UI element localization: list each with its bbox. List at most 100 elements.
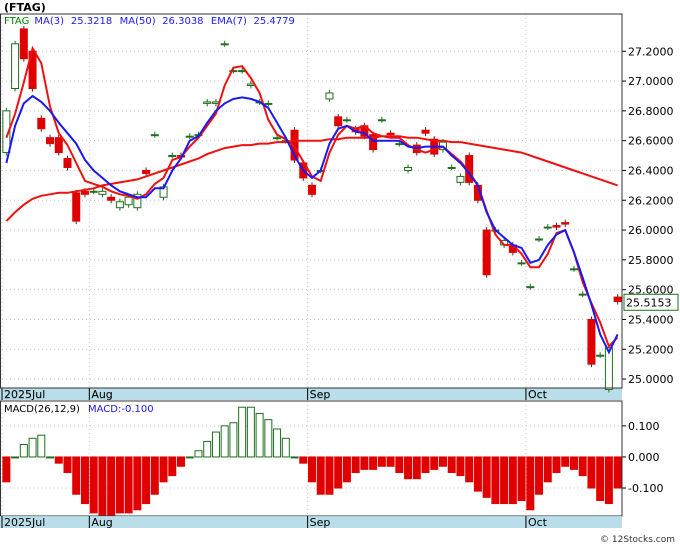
macd-bar bbox=[80, 456, 89, 505]
macd-bar bbox=[220, 425, 229, 458]
x-tick-label: Aug bbox=[91, 388, 112, 401]
macd-bar bbox=[447, 456, 456, 473]
legend-item: FTAG bbox=[4, 16, 29, 27]
stock-chart: 25.000025.200025.400025.600025.800026.00… bbox=[0, 0, 680, 546]
candle bbox=[54, 137, 63, 154]
candle bbox=[613, 296, 622, 303]
y-tick-label: 26.8000 bbox=[628, 105, 674, 118]
macd-bar bbox=[150, 456, 159, 495]
macd-bar bbox=[465, 456, 474, 483]
chart-title: (FTAG) bbox=[4, 1, 46, 14]
candle bbox=[456, 175, 465, 183]
candle bbox=[46, 137, 55, 145]
macd-bar bbox=[316, 456, 325, 495]
macd-bar bbox=[386, 456, 395, 467]
macd-bar bbox=[115, 456, 124, 514]
macd-bar bbox=[281, 437, 290, 458]
macd-bar bbox=[142, 456, 151, 505]
macd-bar bbox=[360, 456, 369, 470]
y-tick-label: 27.2000 bbox=[628, 45, 674, 58]
macd-bar bbox=[11, 456, 20, 459]
macd-bar bbox=[334, 456, 343, 489]
candle bbox=[107, 196, 116, 201]
macd-bar bbox=[63, 456, 72, 473]
candle bbox=[552, 225, 561, 228]
candle bbox=[596, 354, 605, 357]
candle bbox=[220, 43, 229, 46]
macd-bar bbox=[482, 456, 491, 498]
candle bbox=[517, 262, 526, 265]
candle bbox=[72, 192, 81, 222]
legend-item: MA(50) bbox=[120, 16, 156, 27]
candle bbox=[447, 166, 456, 169]
legend-item: 26.3038 bbox=[162, 16, 203, 27]
y-tick-label: 0.100 bbox=[628, 420, 660, 433]
macd-bar bbox=[229, 422, 238, 458]
macd-bar bbox=[54, 456, 63, 464]
legend-item: 25.3218 bbox=[71, 16, 112, 27]
macd-bar bbox=[421, 456, 430, 473]
candle bbox=[185, 135, 194, 138]
macd-bar bbox=[246, 406, 255, 458]
last-price-label: 25.5153 bbox=[626, 296, 672, 309]
candle bbox=[569, 268, 578, 271]
macd-bar bbox=[561, 456, 570, 467]
legend-item: MA(3) bbox=[34, 16, 64, 27]
candle bbox=[80, 190, 89, 195]
macd-bar bbox=[404, 456, 413, 480]
legend-item: EMA(7) bbox=[211, 16, 247, 27]
macd-bar bbox=[377, 456, 386, 467]
candle bbox=[98, 190, 107, 195]
candle bbox=[150, 134, 159, 137]
y-tick-label: 26.4000 bbox=[628, 164, 674, 177]
macd-bar bbox=[526, 456, 535, 511]
candle bbox=[587, 318, 596, 365]
candle bbox=[168, 155, 177, 158]
y-tick-label: 26.0000 bbox=[628, 224, 674, 237]
legend-item: MACD:-0.100 bbox=[88, 404, 154, 415]
macd-bar bbox=[133, 456, 142, 511]
x-tick-label: 2025Jul bbox=[4, 388, 45, 401]
macd-bar bbox=[456, 456, 465, 477]
macd-bar bbox=[299, 456, 308, 464]
candle bbox=[308, 184, 316, 195]
candle bbox=[421, 129, 430, 134]
macd-bar bbox=[177, 456, 186, 467]
candle bbox=[543, 226, 552, 229]
candle bbox=[334, 116, 343, 127]
candle bbox=[386, 132, 395, 136]
x-tick-label: Aug bbox=[91, 516, 112, 529]
y-tick-label: 25.2000 bbox=[628, 343, 674, 356]
candle bbox=[37, 117, 46, 130]
macd-bar bbox=[168, 456, 177, 477]
macd-bar bbox=[613, 456, 622, 489]
macd-bar bbox=[159, 456, 168, 483]
macd-bar bbox=[491, 456, 500, 505]
candle bbox=[203, 101, 212, 104]
candle bbox=[377, 119, 386, 122]
legend-item: 25.4779 bbox=[254, 16, 295, 27]
x-tick-label: Oct bbox=[528, 388, 548, 401]
y-tick-label: 25.0000 bbox=[628, 373, 674, 386]
macd-bar bbox=[552, 456, 561, 473]
macd-bar bbox=[89, 456, 98, 514]
candle bbox=[142, 169, 151, 174]
macd-bar bbox=[37, 434, 46, 458]
macd-bar bbox=[185, 456, 194, 459]
macd-bar bbox=[325, 456, 334, 495]
macd-bar bbox=[587, 456, 596, 489]
y-tick-label: 0.000 bbox=[628, 451, 660, 464]
macd-bar bbox=[596, 456, 605, 501]
macd-bar bbox=[2, 456, 11, 483]
macd-bar bbox=[46, 456, 55, 459]
y-tick-label: 25.8000 bbox=[628, 254, 674, 267]
x-tick-label: Sep bbox=[310, 516, 331, 529]
candle bbox=[325, 92, 334, 100]
y-tick-label: 26.6000 bbox=[628, 135, 674, 148]
macd-bar bbox=[308, 456, 316, 483]
y-tick-label: 26.2000 bbox=[628, 194, 674, 207]
macd-bar bbox=[473, 456, 482, 492]
macd-bar bbox=[203, 440, 212, 458]
macd-bar bbox=[369, 456, 378, 470]
macd-bar bbox=[98, 456, 107, 517]
